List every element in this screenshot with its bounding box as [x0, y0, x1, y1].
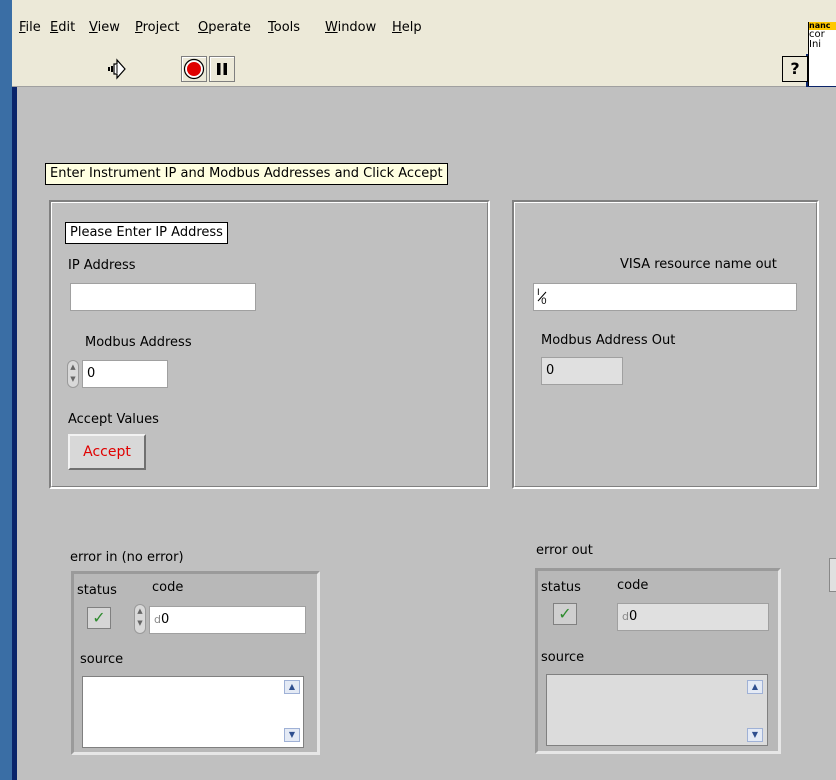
context-help-window: nanc cor Ini [808, 22, 836, 86]
menu-help[interactable]: Help [392, 20, 422, 35]
modbus-address-input[interactable]: 0 [82, 360, 168, 388]
error-out-status-label: status [541, 580, 581, 595]
menu-project[interactable]: Project [135, 20, 180, 35]
menu-edit[interactable]: Edit [50, 20, 75, 35]
ip-address-input[interactable] [70, 283, 256, 311]
error-in-status-label: status [77, 583, 117, 598]
toolbar [12, 54, 806, 87]
menu-view[interactable]: View [89, 20, 120, 35]
offscreen-control-edge [829, 558, 836, 592]
modbus-address-out: 0 [541, 357, 623, 385]
error-in-code-label: code [152, 580, 184, 595]
visa-io-icon: I0 [536, 286, 550, 309]
modbus-address-out-label: Modbus Address Out [541, 333, 676, 348]
ip-address-label: IP Address [68, 258, 136, 273]
error-out-label: error out [536, 543, 593, 558]
error-out-code-label: code [617, 578, 649, 593]
help-snippet-line3: Ini [809, 39, 822, 50]
menu-bar: File Edit View Project Operate Tools Win… [12, 0, 836, 54]
abort-stop-icon[interactable] [181, 56, 207, 82]
error-out-scroll-down-icon[interactable]: ▼ [747, 728, 763, 742]
error-out-scroll-up-icon[interactable]: ▲ [747, 680, 763, 694]
svg-text:I: I [537, 288, 540, 298]
menu-window[interactable]: Window [325, 20, 376, 35]
error-out-source-label: source [541, 650, 585, 665]
error-in-scroll-down-icon[interactable]: ▼ [284, 728, 300, 742]
menu-tools[interactable]: Tools [268, 20, 300, 35]
pause-icon[interactable] [209, 56, 235, 82]
instruction-banner: Enter Instrument IP and Modbus Addresses… [45, 163, 448, 185]
modbus-spinner[interactable]: ▲ ▼ [67, 360, 79, 388]
error-in-code-spinner[interactable]: ▲ ▼ [134, 604, 146, 634]
error-in-status-checkbox[interactable]: ✓ [87, 607, 111, 629]
visa-resource-label: VISA resource name out [620, 257, 777, 272]
error-in-label: error in (no error) [70, 550, 184, 565]
error-out-code-value: 0 [628, 609, 638, 624]
accept-values-label: Accept Values [68, 412, 159, 427]
modbus-address-label: Modbus Address [85, 335, 192, 350]
menu-file[interactable]: File [19, 20, 41, 35]
error-in-code-value: 0 [160, 612, 170, 627]
error-in-scroll-up-icon[interactable]: ▲ [284, 680, 300, 694]
menu-operate[interactable]: Operate [198, 20, 251, 35]
run-arrow-icon[interactable] [104, 56, 130, 82]
accept-button[interactable]: Accept [68, 434, 146, 470]
error-out-radix: d [622, 610, 629, 623]
error-in-radix: d [154, 613, 161, 626]
error-in-source-input[interactable] [82, 676, 304, 748]
context-help-icon[interactable]: ? [782, 56, 808, 82]
error-in-code-input[interactable]: d0 [149, 606, 306, 634]
error-out-status-indicator: ✓ [553, 603, 577, 625]
error-out-source-output [546, 674, 768, 746]
ip-prompt: Please Enter IP Address [65, 222, 228, 244]
error-out-code-output: d0 [617, 603, 769, 631]
visa-resource-output [533, 283, 797, 311]
svg-text:0: 0 [541, 297, 547, 306]
error-in-source-label: source [80, 652, 124, 667]
